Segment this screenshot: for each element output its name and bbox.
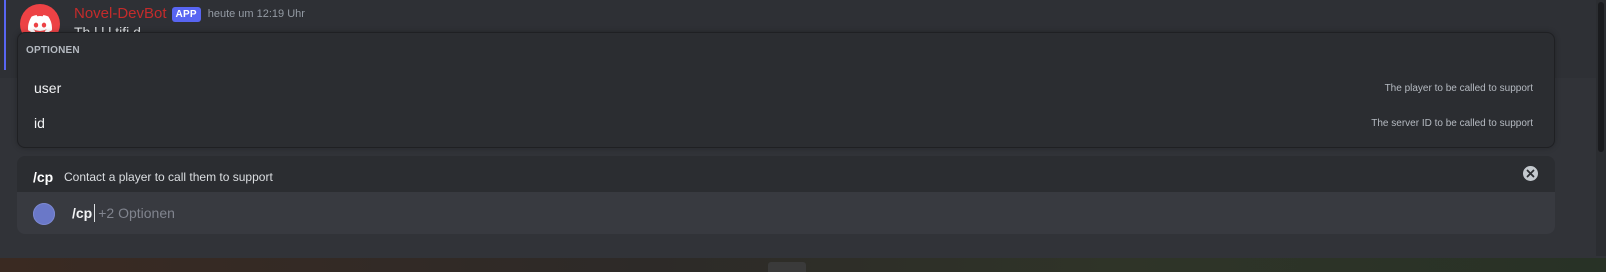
options-popup: OPTIONEN user The player to be called to… [17, 32, 1555, 148]
chat-scrollbar-thumb[interactable] [1598, 2, 1604, 152]
message-highlight-bar [4, 0, 6, 70]
bottom-tab-handle [768, 262, 806, 272]
input-command-text: /cp [72, 205, 93, 221]
message-author[interactable]: Novel-DevBot [74, 5, 167, 23]
command-name: /cp [33, 169, 54, 185]
input-line[interactable]: /cp +2 Optionen [72, 204, 175, 222]
option-name: id [34, 115, 45, 131]
option-name: user [34, 80, 62, 96]
message-timestamp: heute um 12:19 Uhr [207, 8, 305, 20]
option-description: The server ID to be called to support [1371, 117, 1533, 129]
bot-app-icon [33, 203, 55, 225]
command-bar: /cp Contact a player to call them to sup… [17, 156, 1555, 192]
options-heading: OPTIONEN [26, 45, 80, 56]
command-description: Contact a player to call them to support [64, 170, 273, 184]
option-description: The player to be called to support [1384, 82, 1533, 94]
message-header: Novel-DevBot APP heute um 12:19 Uhr [74, 5, 305, 23]
discord-logo-icon [28, 15, 52, 33]
app-badge: APP [171, 6, 201, 22]
close-command-button[interactable] [1523, 166, 1538, 181]
text-caret [94, 204, 96, 222]
option-item-user[interactable]: user The player to be called to support [18, 71, 1554, 105]
message-input[interactable]: /cp +2 Optionen [17, 192, 1555, 234]
close-circle-icon [1526, 169, 1535, 178]
option-item-id[interactable]: id The server ID to be called to support [18, 106, 1554, 140]
options-hint: +2 Optionen [98, 205, 175, 221]
